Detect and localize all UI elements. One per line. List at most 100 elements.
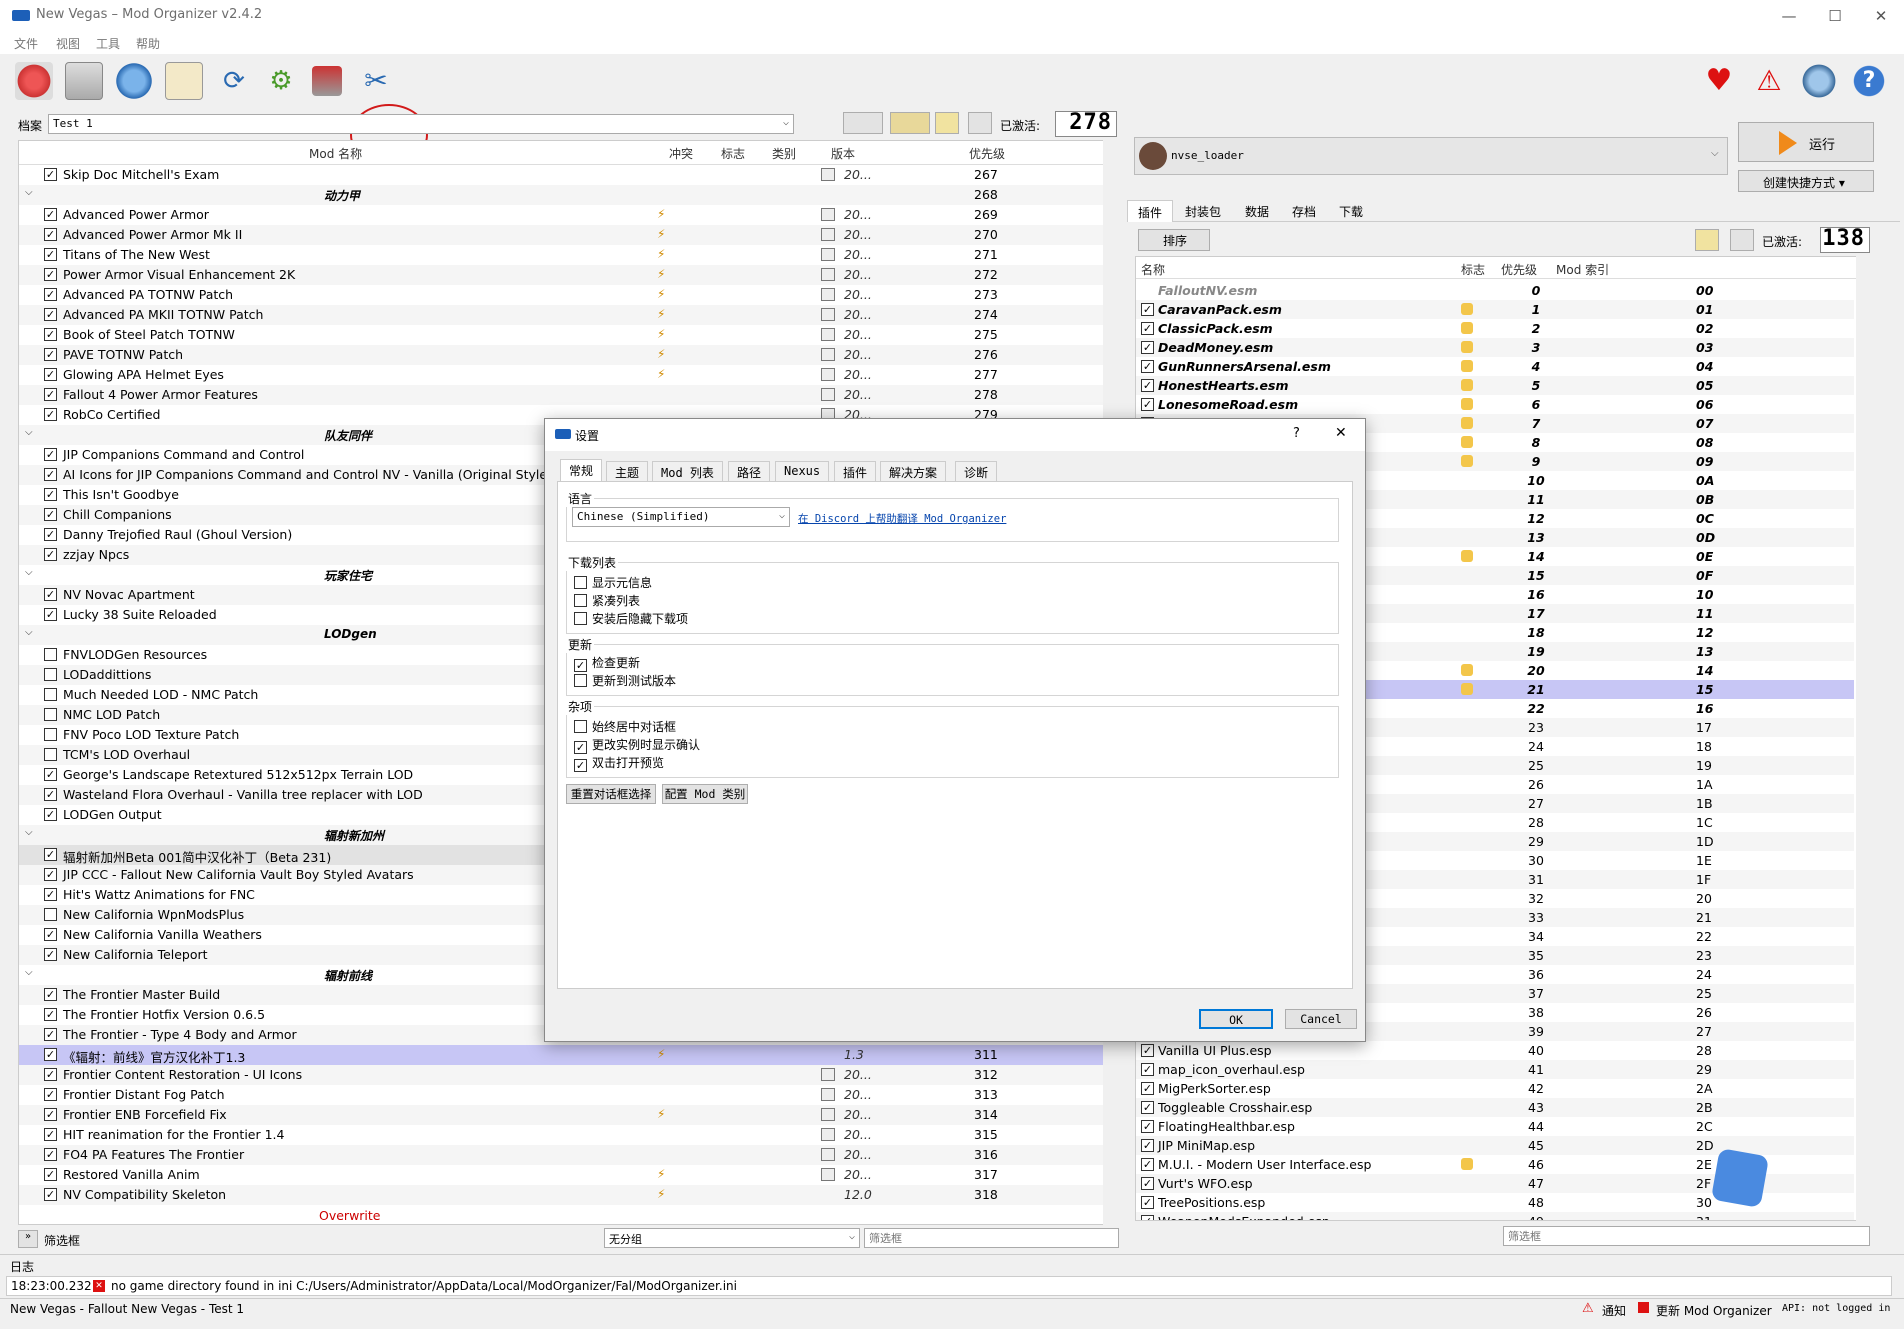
mod-checkbox[interactable]: ✓ <box>44 928 57 941</box>
backup-plugins-button[interactable] <box>1730 229 1754 251</box>
plugin-row[interactable]: ✓ Vanilla UI Plus.esp 40 28 <box>1136 1041 1854 1060</box>
separator-row[interactable]: ⌵ 动力甲 268 <box>19 185 1104 205</box>
plugin-checkbox[interactable]: ✓ <box>1141 1139 1154 1152</box>
mod-checkbox[interactable]: ✓ <box>44 1168 57 1181</box>
mod-checkbox[interactable]: ✓ <box>44 1108 57 1121</box>
mod-checkbox[interactable]: ✓ <box>44 388 57 401</box>
plugin-row[interactable]: ✓ CaravanPack.esm 1 01 <box>1136 300 1854 319</box>
col-plugin-flags[interactable]: 标志 <box>1461 261 1485 278</box>
dialog-close-button[interactable]: ✕ <box>1335 425 1347 441</box>
mod-row[interactable]: ✓ NV Compatibility Skeleton ⚡ 12.0 318 <box>19 1185 1104 1205</box>
translate-link[interactable]: 在 Discord 上帮助翻译 Mod Organizer <box>798 511 1006 526</box>
mod-checkbox[interactable]: ✓ <box>44 448 57 461</box>
mod-checkbox[interactable]: ✓ <box>44 888 57 901</box>
change-game-icon[interactable] <box>15 62 53 100</box>
overwrite-row[interactable]: Overwrite <box>319 1208 381 1223</box>
mod-checkbox[interactable]: ✓ <box>44 948 57 961</box>
refresh-icon[interactable]: ⟳ <box>215 62 253 100</box>
plugin-row[interactable]: ✓ FloatingHealthbar.esp 44 2C <box>1136 1117 1854 1136</box>
settings-wrench-icon[interactable]: ✂ <box>357 62 395 100</box>
double-click-preview-checkbox[interactable]: ✓ 双击打开预览 <box>574 754 664 772</box>
hide-downloads-checkbox[interactable]: 安装后隐藏下载项 <box>574 610 688 627</box>
col-plugin-name[interactable]: 名称 <box>1141 261 1165 278</box>
mod-checkbox[interactable]: ✓ <box>44 508 57 521</box>
notify-label[interactable]: 通知 <box>1602 1302 1626 1319</box>
maximize-button[interactable]: ☐ <box>1812 0 1858 32</box>
plugin-row[interactable]: ✓ WeaponModsExpanded.esp 49 31 <box>1136 1212 1854 1220</box>
col-version[interactable]: 版本 <box>831 145 855 162</box>
plugin-checkbox[interactable]: ✓ <box>1141 1215 1154 1220</box>
mod-checkbox[interactable]: ✓ <box>44 368 57 381</box>
plugin-row[interactable]: ✓ ClassicPack.esm 2 02 <box>1136 319 1854 338</box>
plugin-checkbox[interactable]: ✓ <box>1141 1063 1154 1076</box>
plugin-row[interactable]: FalloutNV.esm 0 00 <box>1136 281 1854 300</box>
mod-checkbox[interactable]: ✓ <box>44 768 57 781</box>
plugin-checkbox[interactable]: ✓ <box>1141 1082 1154 1095</box>
mod-checkbox[interactable] <box>44 728 57 741</box>
mod-checkbox[interactable]: ✓ <box>44 248 57 261</box>
mod-row[interactable]: ✓ Advanced PA MKII TOTNW Patch ⚡ 20... 274 <box>19 305 1104 325</box>
mod-checkbox[interactable]: ✓ <box>44 788 57 801</box>
plugin-checkbox[interactable]: ✓ <box>1141 303 1154 316</box>
mod-checkbox[interactable]: ✓ <box>44 528 57 541</box>
plugin-row[interactable]: ✓ Toggleable Crosshair.esp 43 2B <box>1136 1098 1854 1117</box>
mod-checkbox[interactable]: ✓ <box>44 848 57 861</box>
restore-backup-button[interactable] <box>935 112 959 134</box>
cancel-button[interactable]: Cancel <box>1285 1009 1357 1029</box>
mod-checkbox[interactable]: ✓ <box>44 588 57 601</box>
close-button[interactable]: ✕ <box>1858 0 1904 32</box>
plugin-checkbox[interactable]: ✓ <box>1141 1044 1154 1057</box>
mod-checkbox[interactable]: ✓ <box>44 208 57 221</box>
mod-row[interactable]: ✓ Power Armor Visual Enhancement 2K ⚡ 20...… <box>19 265 1104 285</box>
tab-paths[interactable]: 路径 <box>728 461 771 481</box>
mod-checkbox[interactable]: ✓ <box>44 488 57 501</box>
plugin-checkbox[interactable]: ✓ <box>1141 379 1154 392</box>
col-mod-name[interactable]: Mod 名称 <box>309 145 362 162</box>
menu-file[interactable]: 文件 <box>14 35 38 52</box>
mod-row[interactable]: ✓ Frontier Distant Fog Patch 20... 313 <box>19 1085 1104 1105</box>
plugin-checkbox[interactable]: ✓ <box>1141 1196 1154 1209</box>
mod-checkbox[interactable] <box>44 748 57 761</box>
group-select[interactable]: 无分组 ⌵ <box>604 1228 860 1248</box>
create-backup-button[interactable] <box>968 112 992 134</box>
plugin-filter-input[interactable] <box>1503 1226 1870 1246</box>
expand-button[interactable]: » <box>18 1230 38 1248</box>
mod-checkbox[interactable]: ✓ <box>44 348 57 361</box>
collapse-toggle-icon[interactable]: ⌵ <box>25 627 33 638</box>
collapse-toggle-icon[interactable]: ⌵ <box>25 187 33 198</box>
plugin-row[interactable]: ✓ DeadMoney.esm 3 03 <box>1136 338 1854 357</box>
plugin-checkbox[interactable]: ✓ <box>1141 1101 1154 1114</box>
tab-general[interactable]: 常规 <box>560 459 603 481</box>
mod-checkbox[interactable] <box>44 648 57 661</box>
mod-row[interactable]: ✓ Glowing APA Helmet Eyes ⚡ 20... 277 <box>19 365 1104 385</box>
plugin-row[interactable]: ✓ HonestHearts.esm 5 05 <box>1136 376 1854 395</box>
reset-dialogs-button[interactable]: 重置对话框选择 <box>566 784 656 804</box>
mod-row[interactable]: ✓ Advanced Power Armor Mk II ⚡ 20... 270 <box>19 225 1104 245</box>
plugin-checkbox[interactable]: ✓ <box>1141 322 1154 335</box>
mod-checkbox[interactable]: ✓ <box>44 608 57 621</box>
tab-modlist[interactable]: Mod 列表 <box>652 461 723 481</box>
mod-row[interactable]: ✓ Frontier ENB Forcefield Fix ⚡ 20... 314 <box>19 1105 1104 1125</box>
executable-select[interactable]: nvse_loader ⌵ <box>1134 137 1728 175</box>
mod-row[interactable]: ✓ PAVE TOTNW Patch ⚡ 20... 276 <box>19 345 1104 365</box>
collapse-toggle-icon[interactable]: ⌵ <box>25 567 33 578</box>
tab-theme[interactable]: 主题 <box>606 461 649 481</box>
run-button[interactable]: 运行 <box>1738 122 1874 162</box>
center-dialogs-checkbox[interactable]: 始终居中对话框 <box>574 718 676 735</box>
mod-checkbox[interactable]: ✓ <box>44 1028 57 1041</box>
plugin-row[interactable]: ✓ LonesomeRoad.esm 6 06 <box>1136 395 1854 414</box>
install-mod-icon[interactable] <box>65 62 103 100</box>
mod-row[interactable]: ✓ Advanced PA TOTNW Patch ⚡ 20... 273 <box>19 285 1104 305</box>
plugin-checkbox[interactable]: ✓ <box>1141 1177 1154 1190</box>
mod-row[interactable]: ✓ Advanced Power Armor ⚡ 20... 269 <box>19 205 1104 225</box>
menu-view[interactable]: 视图 <box>56 35 80 52</box>
mod-checkbox[interactable]: ✓ <box>44 1188 57 1201</box>
mod-checkbox[interactable]: ✓ <box>44 168 57 181</box>
mod-checkbox[interactable] <box>44 708 57 721</box>
mod-checkbox[interactable]: ✓ <box>44 1048 57 1061</box>
executables-gear-icon[interactable]: ⚙ <box>262 62 300 100</box>
plugin-checkbox[interactable]: ✓ <box>1141 1158 1154 1171</box>
compact-list-checkbox[interactable]: 紧凑列表 <box>574 592 640 609</box>
tab-diagnostics[interactable]: 诊断 <box>955 461 998 481</box>
menu-tools[interactable]: 工具 <box>96 35 120 52</box>
